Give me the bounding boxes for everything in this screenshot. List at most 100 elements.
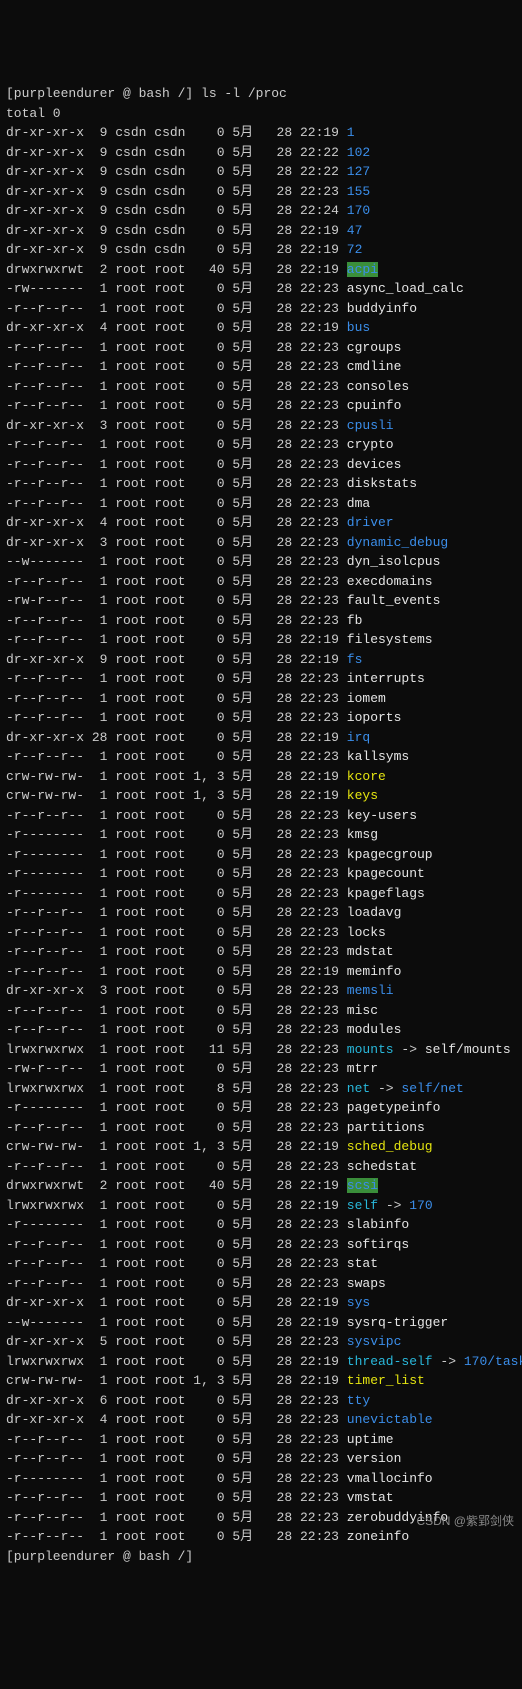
links: 9: [84, 203, 107, 218]
time: 22:23: [300, 1490, 339, 1505]
listing-row: drwxrwxrwt 2 root root 40 5月 28 22:19 ac…: [6, 260, 516, 280]
month: 5月: [232, 437, 261, 452]
perm: dr-xr-xr-x: [6, 184, 84, 199]
month: 5月: [232, 1061, 261, 1076]
day: 28: [277, 1003, 293, 1018]
size: 0: [193, 535, 224, 550]
month: 5月: [232, 1451, 261, 1466]
group: root: [154, 496, 185, 511]
time: 22:23: [300, 1451, 339, 1466]
owner: root: [115, 1139, 146, 1154]
perm: lrwxrwxrwx: [6, 1198, 84, 1213]
time: 22:23: [300, 1022, 339, 1037]
month: 5月: [232, 632, 261, 647]
time: 22:19: [300, 262, 339, 277]
group: root: [154, 320, 185, 335]
size: 0: [193, 1529, 224, 1544]
links: 1: [84, 1100, 107, 1115]
day: 28: [277, 769, 293, 784]
perm: -r--r--r--: [6, 1237, 84, 1252]
day: 28: [277, 749, 293, 764]
file-name: 102: [347, 145, 370, 160]
size: 1, 3: [193, 1139, 224, 1154]
owner: root: [115, 827, 146, 842]
links: 1: [84, 1217, 107, 1232]
group: root: [154, 340, 185, 355]
time: 22:19: [300, 1139, 339, 1154]
month: 5月: [232, 808, 261, 823]
group: root: [154, 1471, 185, 1486]
time: 22:23: [300, 1061, 339, 1076]
listing-row: -r--r--r-- 1 root root 0 5月 28 22:23 cry…: [6, 435, 516, 455]
month: 5月: [232, 262, 261, 277]
listing-row: -r--r--r-- 1 root root 0 5月 28 22:19 fil…: [6, 630, 516, 650]
day: 28: [277, 1276, 293, 1291]
owner: root: [115, 1159, 146, 1174]
owner: root: [115, 1471, 146, 1486]
group: root: [154, 788, 185, 803]
listing-row: -r--r--r-- 1 root root 0 5月 28 22:23 mds…: [6, 942, 516, 962]
perm: -r--r--r--: [6, 944, 84, 959]
links: 1: [84, 1159, 107, 1174]
file-name: bus: [347, 320, 370, 335]
month: 5月: [232, 1120, 261, 1135]
listing-row: crw-rw-rw- 1 root root 1, 3 5月 28 22:19 …: [6, 786, 516, 806]
time: 22:23: [300, 281, 339, 296]
owner: root: [115, 1490, 146, 1505]
perm: -r--r--r--: [6, 574, 84, 589]
group: root: [154, 1120, 185, 1135]
group: root: [154, 1003, 185, 1018]
time: 22:19: [300, 1373, 339, 1388]
perm: dr-xr-xr-x: [6, 515, 84, 530]
prompt-line[interactable]: [purpleendurer @ bash /]: [6, 1547, 516, 1567]
listing-row: lrwxrwxrwx 1 root root 0 5月 28 22:19 sel…: [6, 1196, 516, 1216]
file-name: 170: [347, 203, 370, 218]
perm: -r--r--r--: [6, 1120, 84, 1135]
file-name: sysvipc: [347, 1334, 402, 1349]
file-name: ioports: [347, 710, 402, 725]
owner: root: [115, 476, 146, 491]
time: 22:23: [300, 749, 339, 764]
perm: crw-rw-rw-: [6, 1373, 84, 1388]
links: 1: [84, 1432, 107, 1447]
listing-row: dr-xr-xr-x 4 root root 0 5月 28 22:19 bus: [6, 318, 516, 338]
day: 28: [277, 1256, 293, 1271]
time: 22:19: [300, 320, 339, 335]
links: 1: [84, 1003, 107, 1018]
group: root: [154, 1529, 185, 1544]
month: 5月: [232, 730, 261, 745]
links: 1: [84, 944, 107, 959]
file-name: 1: [347, 125, 355, 140]
owner: root: [115, 1178, 146, 1193]
listing-row: -r--r--r-- 1 root root 0 5月 28 22:23 cmd…: [6, 357, 516, 377]
group: root: [154, 359, 185, 374]
terminal-output[interactable]: [purpleendurer @ bash /] ls -l /proctota…: [6, 84, 516, 1566]
group: root: [154, 1315, 185, 1330]
group: root: [154, 1159, 185, 1174]
links: 1: [84, 398, 107, 413]
file-name: pagetypeinfo: [347, 1100, 441, 1115]
listing-row: dr-xr-xr-x 5 root root 0 5月 28 22:23 sys…: [6, 1332, 516, 1352]
group: root: [154, 749, 185, 764]
day: 28: [277, 808, 293, 823]
perm: -r--r--r--: [6, 1510, 84, 1525]
perm: dr-xr-xr-x: [6, 320, 84, 335]
size: 0: [193, 418, 224, 433]
file-name: interrupts: [347, 671, 425, 686]
listing-row: -r--r--r-- 1 root root 0 5月 28 22:19 mem…: [6, 962, 516, 982]
listing-row: dr-xr-xr-x 28 root root 0 5月 28 22:19 ir…: [6, 728, 516, 748]
size: 0: [193, 1412, 224, 1427]
file-name: sys: [347, 1295, 370, 1310]
size: 0: [193, 808, 224, 823]
time: 22:23: [300, 398, 339, 413]
day: 28: [277, 886, 293, 901]
owner: root: [115, 788, 146, 803]
month: 5月: [232, 320, 261, 335]
time: 22:23: [300, 301, 339, 316]
perm: -r--------: [6, 1100, 84, 1115]
file-name: tty: [347, 1393, 370, 1408]
owner: root: [115, 652, 146, 667]
listing-row: dr-xr-xr-x 9 csdn csdn 0 5月 28 22:19 47: [6, 221, 516, 241]
owner: root: [115, 769, 146, 784]
links: 1: [84, 866, 107, 881]
